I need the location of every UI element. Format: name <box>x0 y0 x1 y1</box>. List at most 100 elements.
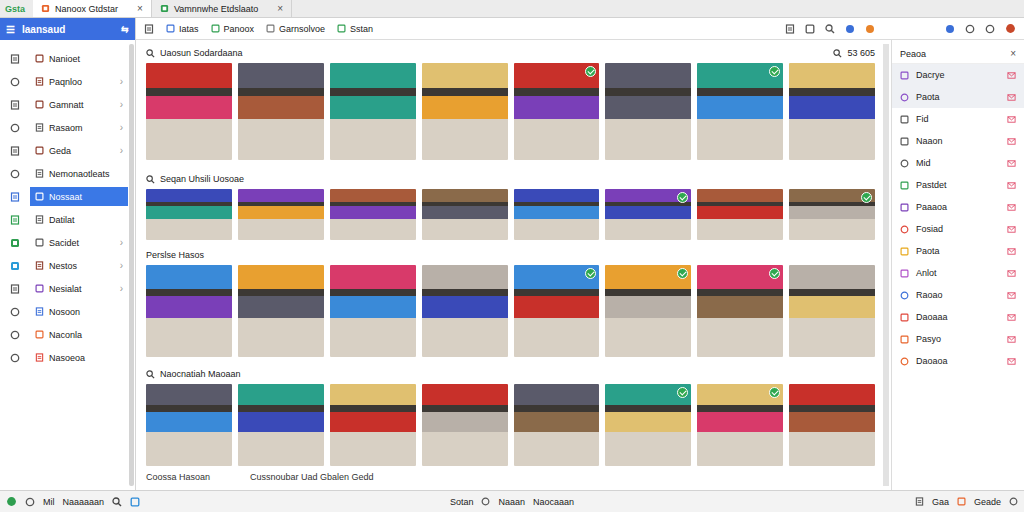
store-photo[interactable] <box>605 63 691 160</box>
store-photo[interactable] <box>789 189 875 240</box>
sidebar-item[interactable]: Nossaat <box>0 185 128 208</box>
sidebar-item[interactable]: Naconla <box>0 323 128 346</box>
tab-label: Nanoox Gtdstar <box>55 4 118 14</box>
store-photo[interactable] <box>238 189 324 240</box>
toolbar-button[interactable]: Garnsolvoe <box>266 24 325 34</box>
panel-item[interactable]: Paaaoa <box>892 196 1024 218</box>
store-photo[interactable] <box>697 384 783 466</box>
store-photo[interactable] <box>330 384 416 466</box>
store-photo[interactable] <box>605 189 691 240</box>
store-photo[interactable] <box>422 265 508 357</box>
store-photo[interactable] <box>514 189 600 240</box>
panel-item[interactable]: Anlot <box>892 262 1024 284</box>
expand-arrow[interactable]: › <box>120 145 123 156</box>
sidebar-item[interactable]: Nesialat› <box>0 277 128 300</box>
gallery-scrollbar[interactable] <box>883 44 889 486</box>
right-panel-title: Peaoa <box>900 49 926 59</box>
sidebar-item[interactable]: Geda› <box>0 139 128 162</box>
panel-item[interactable]: Raoao <box>892 284 1024 306</box>
panel-item[interactable]: Fid <box>892 108 1024 130</box>
panel-item[interactable]: Naaon <box>892 130 1024 152</box>
status-item[interactable]: Naaan <box>498 497 525 507</box>
sidebar-item[interactable]: Paqnloo› <box>0 70 128 93</box>
expand-arrow[interactable]: › <box>120 283 123 294</box>
toolbar-button[interactable]: Iatas <box>166 24 199 34</box>
store-photo[interactable] <box>605 265 691 357</box>
status-item[interactable]: Naocaaan <box>533 497 574 507</box>
store-photo[interactable] <box>697 265 783 357</box>
section-title: Naocnatiah Maoaan <box>160 369 241 379</box>
store-photo[interactable] <box>422 189 508 240</box>
store-photo[interactable] <box>146 265 232 357</box>
status-item[interactable]: Sotan <box>450 497 474 507</box>
panel-item-end <box>1007 137 1016 146</box>
store-photo[interactable] <box>605 384 691 466</box>
rail-icon <box>10 238 20 248</box>
store-photo[interactable] <box>422 63 508 160</box>
sidebar-item[interactable]: Datilat <box>0 208 128 231</box>
sidebar-item[interactable]: Nasoeoa <box>0 346 128 369</box>
store-photo[interactable] <box>330 63 416 160</box>
expand-arrow[interactable]: › <box>120 237 123 248</box>
status-item[interactable]: Mil <box>43 497 55 507</box>
status-item[interactable]: Gaa <box>932 497 949 507</box>
tab-close-button[interactable]: × <box>137 3 143 14</box>
panel-item[interactable]: Daoaoa <box>892 350 1024 372</box>
sidebar-item-body: Nesialat› <box>30 279 128 298</box>
sidebar-item[interactable]: Nemonaotleats <box>0 162 128 185</box>
store-photo[interactable] <box>514 384 600 466</box>
store-photo[interactable] <box>697 63 783 160</box>
store-photo[interactable] <box>789 63 875 160</box>
panel-item[interactable]: Pastdet <box>892 174 1024 196</box>
store-photo[interactable] <box>514 265 600 357</box>
collapse-button[interactable]: ⇆ <box>121 24 129 34</box>
store-photo[interactable] <box>146 384 232 466</box>
panel-item[interactable]: Fosiad <box>892 218 1024 240</box>
sidebar-item[interactable]: Nanioet <box>0 47 128 70</box>
browser-tab[interactable]: Vamnnwhe Etdslaato× <box>152 0 292 17</box>
store-photo[interactable] <box>238 63 324 160</box>
expand-arrow[interactable]: › <box>120 122 123 133</box>
expand-arrow[interactable]: › <box>120 76 123 87</box>
sidebar-item[interactable]: Sacidet› <box>0 231 128 254</box>
store-photo[interactable] <box>422 384 508 466</box>
menu-button[interactable]: ☰ <box>6 24 15 35</box>
panel-item-label: Pastdet <box>916 180 947 190</box>
panel-item[interactable]: Pasyo <box>892 328 1024 350</box>
close-button[interactable]: × <box>1010 48 1016 59</box>
status-item[interactable]: Naaaaaan <box>63 497 105 507</box>
sidebar-item[interactable]: Nestos› <box>0 254 128 277</box>
panel-item[interactable]: Daoaaa <box>892 306 1024 328</box>
sidebar-item[interactable]: Rasaom› <box>0 116 128 139</box>
store-photo[interactable] <box>789 265 875 357</box>
check-badge-icon <box>677 192 688 203</box>
panel-item[interactable]: Mid <box>892 152 1024 174</box>
status-left: Mil Naaaaaan <box>6 496 343 507</box>
panel-item[interactable]: Dacrye <box>892 64 1024 86</box>
store-photo[interactable] <box>146 189 232 240</box>
toolbar-button[interactable]: Sstan <box>337 24 373 34</box>
store-photo[interactable] <box>789 384 875 466</box>
sidebar-scrollbar[interactable] <box>129 44 134 486</box>
store-photo[interactable] <box>330 265 416 357</box>
tab-close-button[interactable]: × <box>277 3 283 14</box>
store-photo[interactable] <box>514 63 600 160</box>
store-photo[interactable] <box>238 265 324 357</box>
sidebar-item[interactable]: Nosoon <box>0 300 128 323</box>
panel-item-end <box>1007 313 1016 322</box>
rail-icon <box>10 192 20 202</box>
status-item[interactable]: Geade <box>974 497 1001 507</box>
account-icon <box>945 24 955 34</box>
toolbar-button[interactable]: Panoox <box>211 24 255 34</box>
store-photo[interactable] <box>330 189 416 240</box>
expand-arrow[interactable]: › <box>120 99 123 110</box>
item-icon <box>35 146 44 155</box>
store-photo[interactable] <box>146 63 232 160</box>
browser-tab[interactable]: Nanoox Gtdstar × <box>33 0 152 17</box>
store-photo[interactable] <box>697 189 783 240</box>
panel-item[interactable]: Paota <box>892 240 1024 262</box>
store-photo[interactable] <box>238 384 324 466</box>
panel-item[interactable]: Paota <box>892 86 1024 108</box>
expand-arrow[interactable]: › <box>120 260 123 271</box>
sidebar-item[interactable]: Gamnatt› <box>0 93 128 116</box>
